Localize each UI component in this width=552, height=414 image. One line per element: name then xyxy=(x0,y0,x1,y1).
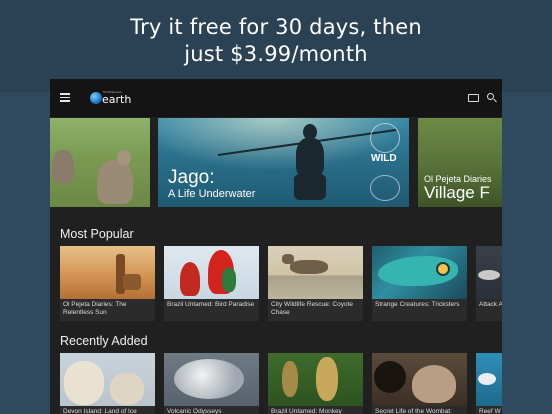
video-title: City Wildlife Rescue: Coyote Chase xyxy=(268,299,363,321)
section-title-recently-added: Recently Added xyxy=(60,334,148,348)
hero-card-left[interactable] xyxy=(50,118,150,207)
video-thumbnail xyxy=(372,246,467,299)
video-thumbnail xyxy=(60,246,155,299)
video-title: Brazil Untamed: Bird Paradise xyxy=(164,299,259,321)
video-card[interactable]: Volcanic Odysseys xyxy=(164,353,259,414)
hero-subtitle: A Life Underwater xyxy=(168,188,256,200)
video-title: Secret Life of the Wombat: xyxy=(372,406,467,414)
video-thumbnail xyxy=(164,246,259,299)
video-title: Brazil Untamed: Monkey xyxy=(268,406,363,414)
video-thumbnail xyxy=(268,353,363,406)
hamburger-menu-icon[interactable] xyxy=(60,93,70,102)
video-thumbnail xyxy=(476,353,502,406)
diver-image xyxy=(288,124,334,202)
globe-logo-icon xyxy=(90,92,102,104)
search-icon[interactable] xyxy=(487,93,494,100)
promo-line-1: Try it free for 30 days, then xyxy=(130,15,422,39)
video-title: Reef W xyxy=(476,406,502,414)
promo-text: Try it free for 30 days, then just $3.99… xyxy=(0,14,552,68)
video-thumbnail xyxy=(164,353,259,406)
section-title-most-popular: Most Popular xyxy=(60,227,134,241)
top-bar: Smithsonian earth xyxy=(50,79,502,117)
video-card[interactable]: Reef W xyxy=(476,353,502,414)
video-title: Volcanic Odysseys xyxy=(164,406,259,414)
video-thumbnail xyxy=(268,246,363,299)
promo-line-2: just $3.99/month xyxy=(184,42,368,66)
recently-added-row: Devon Island: Land of Ice Volcanic Odyss… xyxy=(60,353,502,414)
video-card[interactable]: Ol Pejeta Diaries: The Relentless Sun xyxy=(60,246,155,321)
video-card[interactable]: Strange Creatures: Tricksters xyxy=(372,246,467,321)
video-title: Ol Pejeta Diaries: The Relentless Sun xyxy=(60,299,155,321)
hero-card-right[interactable]: Ol Pejeta Diaries Village F xyxy=(418,118,502,207)
hero-card-featured[interactable]: WILD Jago: A Life Underwater xyxy=(158,118,409,207)
video-thumbnail xyxy=(60,353,155,406)
video-card[interactable]: Attack Apex P xyxy=(476,246,502,321)
kangaroo-image xyxy=(52,150,74,184)
video-title: Devon Island: Land of Ice xyxy=(60,406,155,414)
award-laurel-icon xyxy=(370,175,400,201)
video-card[interactable]: Devon Island: Land of Ice xyxy=(60,353,155,414)
video-card[interactable]: City Wildlife Rescue: Coyote Chase xyxy=(268,246,363,321)
video-title: Strange Creatures: Tricksters xyxy=(372,299,467,321)
video-thumbnail xyxy=(372,353,467,406)
award-laurel-icon xyxy=(370,123,400,153)
award-badge: WILD xyxy=(371,153,397,164)
video-card[interactable]: Brazil Untamed: Bird Paradise xyxy=(164,246,259,321)
cast-icon[interactable] xyxy=(468,94,479,102)
video-card[interactable]: Brazil Untamed: Monkey xyxy=(268,353,363,414)
kangaroo-image xyxy=(97,150,133,204)
app-window: Smithsonian earth WILD Jago: A Life Unde… xyxy=(50,79,502,414)
video-card[interactable]: Secret Life of the Wombat: xyxy=(372,353,467,414)
hero-right-title-line2: Village F xyxy=(424,183,490,202)
most-popular-row: Ol Pejeta Diaries: The Relentless Sun Br… xyxy=(60,246,502,326)
video-title: Attack Apex P xyxy=(476,299,502,321)
logo-wordmark: earth xyxy=(102,93,132,106)
hero-title: Jago: xyxy=(168,167,215,188)
video-thumbnail xyxy=(476,246,502,299)
